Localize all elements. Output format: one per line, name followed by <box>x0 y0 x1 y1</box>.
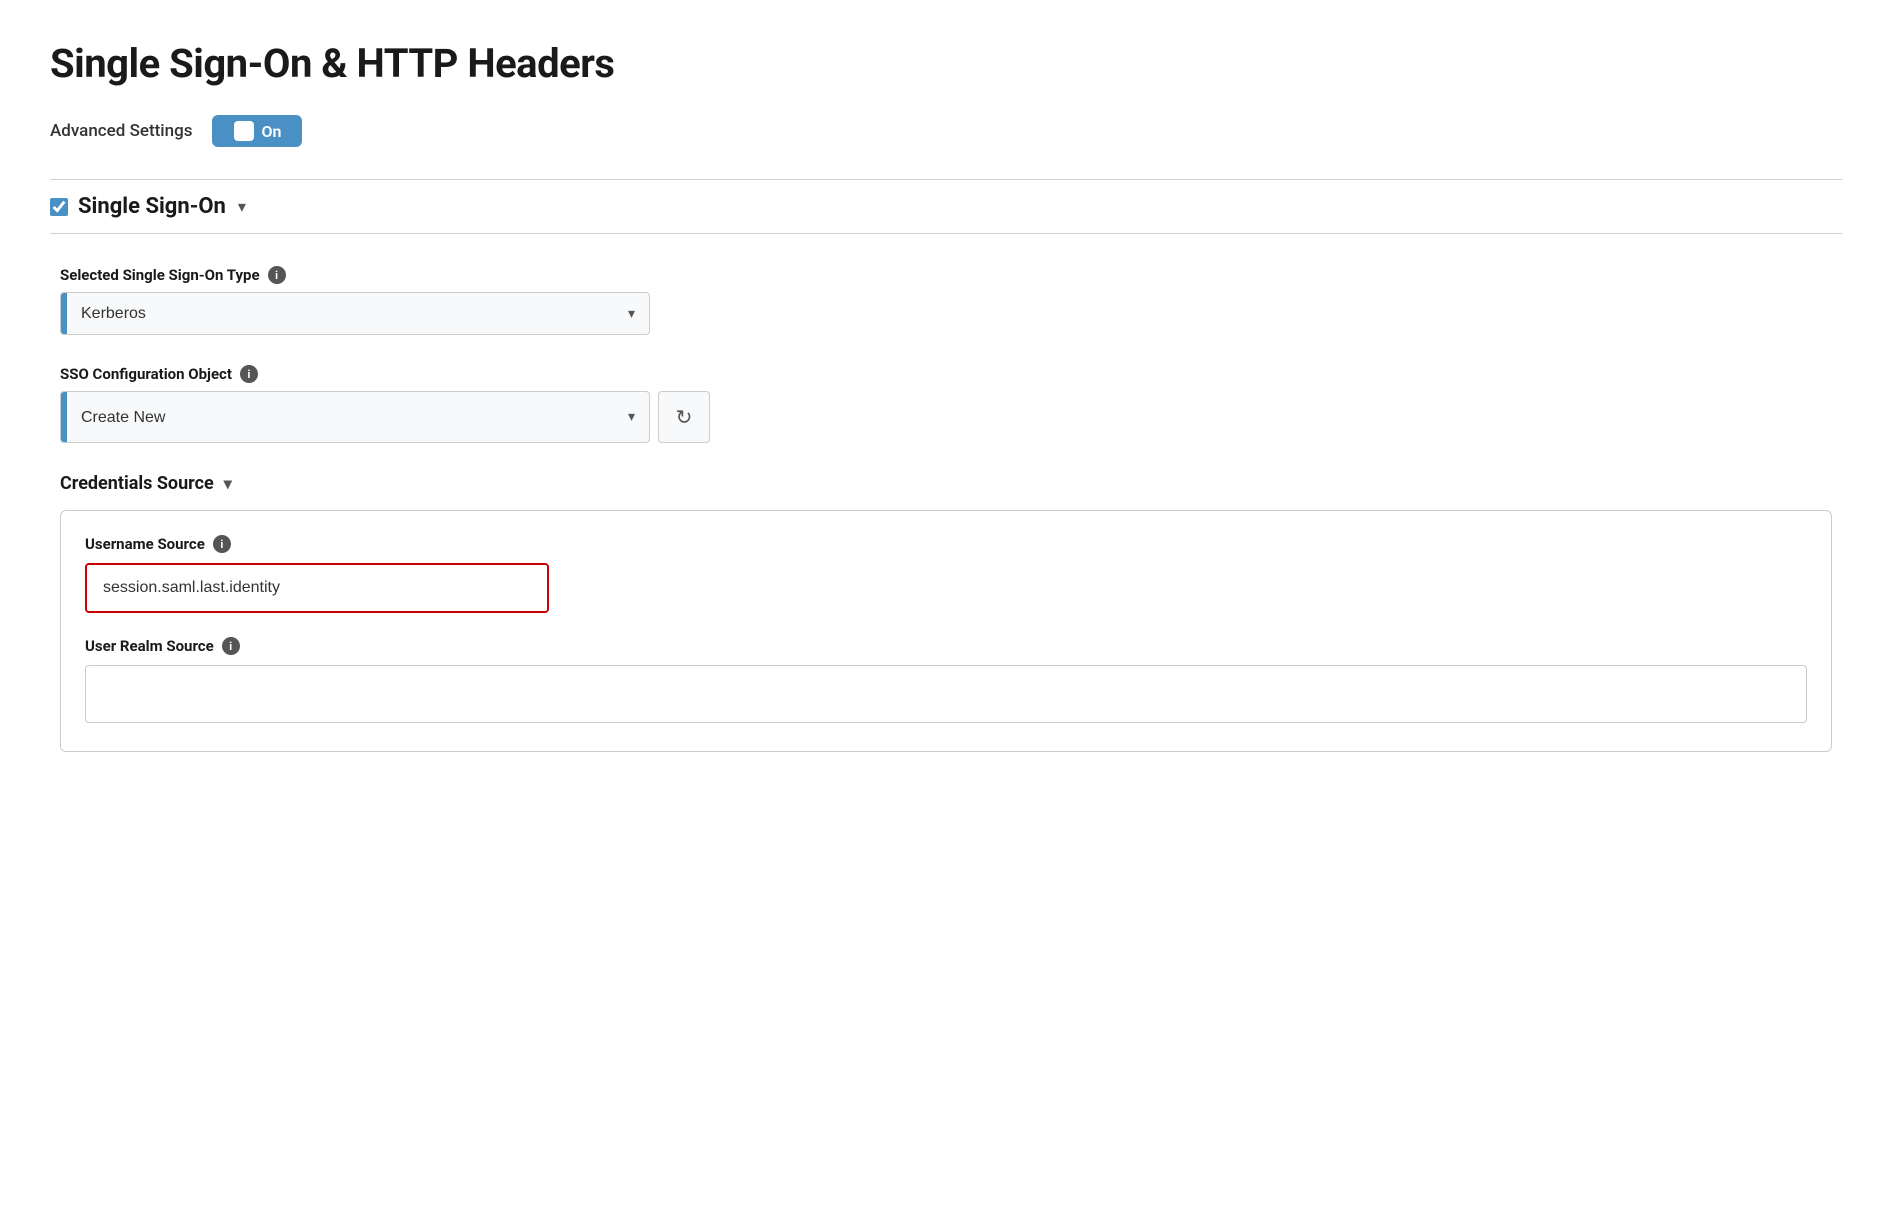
toggle-knob <box>234 121 254 141</box>
sso-config-refresh-button[interactable]: ↻ <box>658 391 710 443</box>
sso-config-label-row: SSO Configuration Object i <box>60 365 1832 383</box>
advanced-settings-toggle[interactable]: On <box>212 115 302 147</box>
sso-type-group: Selected Single Sign-On Type i Kerberos … <box>60 266 1832 335</box>
sso-config-select[interactable]: Create New <box>67 392 614 442</box>
user-realm-label-row: User Realm Source i <box>85 637 1807 655</box>
advanced-settings-row: Advanced Settings On <box>50 115 1842 147</box>
sso-type-label: Selected Single Sign-On Type <box>60 266 260 284</box>
username-input-wrapper <box>85 563 549 613</box>
user-realm-source-input[interactable] <box>85 665 1807 723</box>
toggle-label: On <box>262 122 282 141</box>
username-source-label: Username Source <box>85 535 205 553</box>
username-source-info-icon[interactable]: i <box>213 535 231 553</box>
page-title: Single Sign-On & HTTP Headers <box>50 40 1842 87</box>
user-realm-label: User Realm Source <box>85 637 214 655</box>
username-source-label-row: Username Source i <box>85 535 1807 553</box>
sso-checkbox[interactable] <box>50 198 68 216</box>
sso-section-header: Single Sign-On ▾ <box>50 179 1842 234</box>
username-source-input[interactable] <box>87 565 547 611</box>
refresh-icon: ↻ <box>676 405 693 430</box>
sso-config-chevron-icon: ▾ <box>614 392 649 442</box>
credentials-source-title: Credentials Source <box>60 473 214 494</box>
credentials-source-header: Credentials Source ▾ <box>60 473 1832 494</box>
sso-section-body: Selected Single Sign-On Type i Kerberos … <box>50 234 1842 784</box>
sso-section-title: Single Sign-On <box>78 194 226 219</box>
sso-type-info-icon[interactable]: i <box>268 266 286 284</box>
sso-type-label-row: Selected Single Sign-On Type i <box>60 266 1832 284</box>
sso-chevron-icon[interactable]: ▾ <box>238 197 246 216</box>
credentials-section: Credentials Source ▾ Username Source i U… <box>60 473 1832 752</box>
sso-config-row: Create New ▾ ↻ <box>60 391 1832 443</box>
sso-config-select-wrapper: Create New ▾ <box>60 391 650 443</box>
sso-type-chevron-icon: ▾ <box>614 293 649 334</box>
sso-config-group: SSO Configuration Object i Create New ▾ … <box>60 365 1832 443</box>
sso-config-label: SSO Configuration Object <box>60 365 232 383</box>
sso-config-info-icon[interactable]: i <box>240 365 258 383</box>
credentials-box: Username Source i User Realm Source i <box>60 510 1832 752</box>
advanced-settings-label: Advanced Settings <box>50 121 192 141</box>
user-realm-info-icon[interactable]: i <box>222 637 240 655</box>
sso-type-select[interactable]: Kerberos Basic NTLM Forms Based <box>67 293 614 334</box>
credentials-chevron-icon[interactable]: ▾ <box>224 474 232 493</box>
sso-type-select-wrapper: Kerberos Basic NTLM Forms Based ▾ <box>60 292 650 335</box>
